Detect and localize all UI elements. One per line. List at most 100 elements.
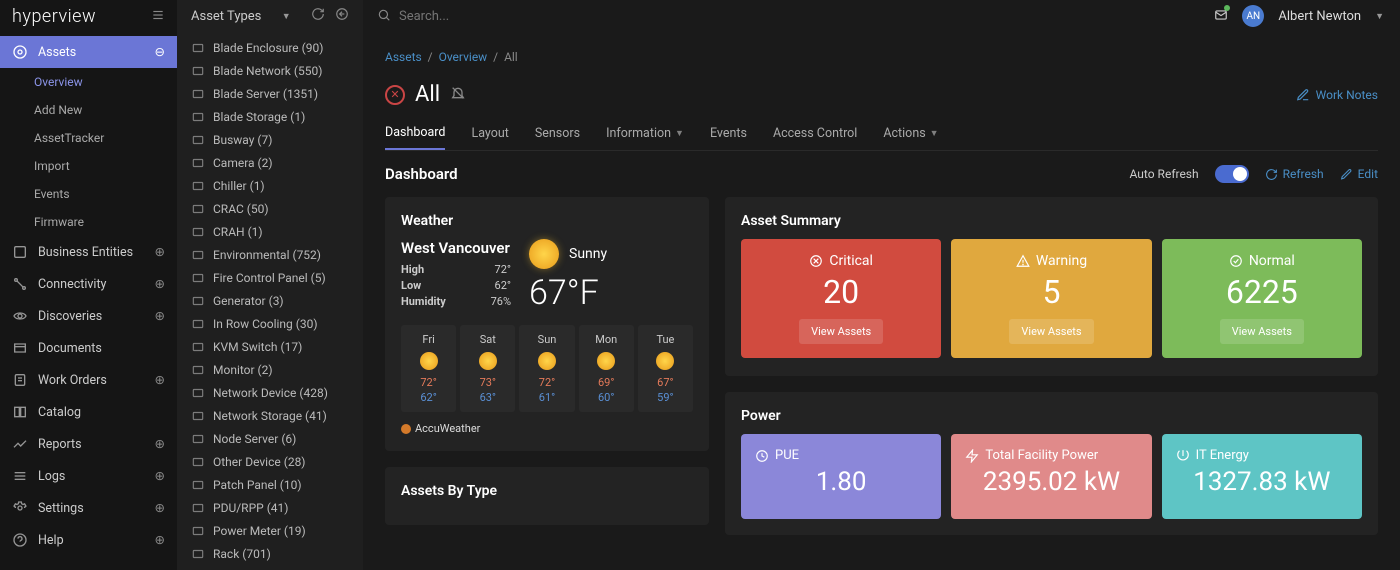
plus-icon[interactable]: ⊕ [155, 244, 165, 260]
weather-humidity-label: Humidity [401, 295, 446, 308]
type-row[interactable]: Camera (2) [177, 151, 363, 174]
asset-types-dropdown[interactable]: Asset Types ▼ [177, 7, 363, 25]
breadcrumb-overview[interactable]: Overview [439, 50, 488, 64]
sidebar-sub-assettracker[interactable]: AssetTracker [0, 124, 177, 152]
tab-events[interactable]: Events [710, 117, 747, 150]
work-notes-label: Work Notes [1316, 88, 1378, 102]
type-label: Network Storage (41) [213, 409, 327, 423]
tab-sensors[interactable]: Sensors [535, 117, 580, 150]
type-row[interactable]: Rack (701) [177, 542, 363, 565]
tab-access[interactable]: Access Control [773, 117, 857, 150]
sidebar-sub-import[interactable]: Import [0, 152, 177, 180]
sidebar-item-catalog[interactable]: Catalog [0, 396, 177, 428]
forecast-day: Mon69°60° [579, 325, 634, 412]
sidebar-item-logs[interactable]: Logs⊕ [0, 460, 177, 492]
view-warning-button[interactable]: View Assets [1009, 319, 1093, 344]
sidebar: Assets ⊖ Overview Add New AssetTracker I… [0, 0, 177, 570]
sun-icon [529, 239, 559, 269]
type-row[interactable]: In Row Cooling (30) [177, 312, 363, 335]
sidebar-item-settings[interactable]: Settings⊕ [0, 492, 177, 524]
sidebar-item-help[interactable]: Help⊕ [0, 524, 177, 556]
accuweather-icon [401, 424, 411, 434]
forecast-day: Fri72°62° [401, 325, 456, 412]
sidebar-sub-overview[interactable]: Overview [0, 68, 177, 96]
tab-information[interactable]: Information▼ [606, 117, 684, 150]
back-icon[interactable] [335, 7, 349, 25]
sidebar-item-connectivity[interactable]: Connectivity⊕ [0, 268, 177, 300]
type-row[interactable]: CRAC (50) [177, 197, 363, 220]
sidebar-item-workorders[interactable]: Work Orders ⊕ [0, 364, 177, 396]
facility-power-card: Total Facility Power 2395.02 kW [951, 434, 1151, 519]
type-row[interactable]: Blade Storage (1) [177, 105, 363, 128]
minus-icon[interactable]: ⊖ [155, 44, 165, 60]
sidebar-item-documents[interactable]: Documents [0, 332, 177, 364]
type-label: Blade Network (550) [213, 64, 322, 78]
type-row[interactable]: Other Device (28) [177, 450, 363, 473]
edit-button[interactable]: Edit [1340, 167, 1378, 181]
type-row[interactable]: Blade Network (550) [177, 59, 363, 82]
refresh-button[interactable]: Refresh [1265, 167, 1324, 181]
type-row[interactable]: Generator (3) [177, 289, 363, 312]
plus-icon[interactable]: ⊕ [155, 372, 165, 388]
view-normal-button[interactable]: View Assets [1220, 319, 1304, 344]
sidebar-item-label: Work Orders [38, 373, 107, 388]
type-row[interactable]: Patch Panel (10) [177, 473, 363, 496]
tab-dashboard[interactable]: Dashboard [385, 117, 445, 150]
auto-refresh-toggle[interactable] [1215, 165, 1249, 183]
plus-icon[interactable]: ⊕ [155, 532, 165, 548]
type-row[interactable]: Chiller (1) [177, 174, 363, 197]
tab-actions[interactable]: Actions▼ [883, 117, 938, 150]
asset-summary-card: Asset Summary Critical 20 View Assets Wa… [725, 197, 1378, 376]
type-row[interactable]: Network Device (428) [177, 381, 363, 404]
plus-icon[interactable]: ⊕ [155, 436, 165, 452]
type-row[interactable]: Busway (7) [177, 128, 363, 151]
type-row[interactable]: Fire Control Panel (5) [177, 266, 363, 289]
sidebar-sub-addnew[interactable]: Add New [0, 96, 177, 124]
sidebar-item-label: Discoveries [38, 309, 102, 324]
type-row[interactable]: Power Meter (19) [177, 519, 363, 542]
weather-low-value: 62° [495, 279, 511, 292]
type-label: Camera (2) [213, 156, 273, 170]
sidebar-item-discoveries[interactable]: Discoveries ⊕ [0, 300, 177, 332]
sidebar-sub-firmware[interactable]: Firmware [0, 208, 177, 236]
it-energy-value: 1327.83 kW [1176, 467, 1348, 497]
type-row[interactable]: Network Storage (41) [177, 404, 363, 427]
search-input[interactable] [399, 9, 1200, 24]
type-label: Node Server (6) [213, 432, 296, 446]
type-label: Network Device (428) [213, 386, 328, 400]
type-row[interactable]: Environmental (752) [177, 243, 363, 266]
facility-power-label: Total Facility Power [985, 448, 1098, 463]
sidebar-item-reports[interactable]: Reports ⊕ [0, 428, 177, 460]
type-label: Chiller (1) [213, 179, 265, 193]
sidebar-sub-events[interactable]: Events [0, 180, 177, 208]
type-row[interactable]: Blade Enclosure (90) [177, 36, 363, 59]
type-row[interactable]: KVM Switch (17) [177, 335, 363, 358]
plus-icon[interactable]: ⊕ [155, 308, 165, 324]
mail-icon[interactable] [1214, 7, 1228, 26]
power-title: Power [741, 408, 1362, 424]
sidebar-toggle-icon[interactable] [151, 7, 165, 26]
type-label: Blade Server (1351) [213, 87, 318, 101]
sidebar-item-business[interactable]: Business Entities⊕ [0, 236, 177, 268]
bell-icon[interactable] [450, 85, 466, 105]
refresh-icon[interactable] [311, 7, 325, 25]
type-row[interactable]: PDU/RPP (41) [177, 496, 363, 519]
type-row[interactable]: CRAH (1) [177, 220, 363, 243]
plus-icon[interactable]: ⊕ [155, 276, 165, 292]
type-row[interactable]: Blade Server (1351) [177, 82, 363, 105]
avatar[interactable]: AN [1242, 5, 1264, 27]
plus-icon[interactable]: ⊕ [155, 468, 165, 484]
breadcrumb-assets[interactable]: Assets [385, 50, 422, 64]
sidebar-item-label: Assets [38, 45, 76, 60]
chevron-down-icon: ▼ [930, 128, 939, 139]
type-row[interactable]: Node Server (6) [177, 427, 363, 450]
type-row[interactable]: Monitor (2) [177, 358, 363, 381]
sidebar-item-assets[interactable]: Assets ⊖ [0, 36, 177, 68]
plus-icon[interactable]: ⊕ [155, 500, 165, 516]
tab-layout[interactable]: Layout [471, 117, 508, 150]
view-critical-button[interactable]: View Assets [799, 319, 883, 344]
work-notes-button[interactable]: Work Notes [1296, 88, 1378, 102]
user-menu-chevron[interactable]: ▼ [1375, 11, 1384, 22]
weather-high-label: High [401, 263, 424, 276]
sidebar-item-label: Reports [38, 437, 82, 452]
